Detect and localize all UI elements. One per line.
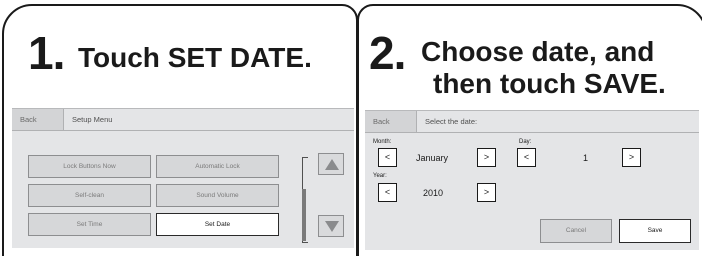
step-2-number: 2. xyxy=(369,27,406,79)
lock-buttons-now-button[interactable]: Lock Buttons Now xyxy=(28,155,151,178)
automatic-lock-button[interactable]: Automatic Lock xyxy=(156,155,279,178)
step-2-panel: 2. Choose date, and then touch SAVE. Bac… xyxy=(357,4,702,256)
set-time-button[interactable]: Set Time xyxy=(28,213,151,236)
step-1-number: 1. xyxy=(28,27,65,79)
save-button[interactable]: Save xyxy=(619,219,691,243)
set-date-button[interactable]: Set Date xyxy=(156,213,279,236)
screen-title: Select the date: xyxy=(425,117,478,126)
setup-menu-topbar: Back Setup Menu xyxy=(12,109,354,131)
setup-menu-screen: Back Setup Menu Lock Buttons Now Automat… xyxy=(12,108,354,248)
back-button[interactable]: Back xyxy=(12,109,64,130)
year-increment-button[interactable]: > xyxy=(477,183,496,202)
month-increment-button[interactable]: > xyxy=(477,148,496,167)
day-increment-button[interactable]: > xyxy=(622,148,641,167)
scroll-up-button[interactable] xyxy=(318,153,344,175)
sound-volume-button[interactable]: Sound Volume xyxy=(156,184,279,207)
year-decrement-button[interactable]: < xyxy=(378,183,397,202)
select-date-screen: Back Select the date: Month: < January >… xyxy=(365,110,699,250)
day-value: 1 xyxy=(583,153,589,163)
screen-title: Setup Menu xyxy=(72,115,113,124)
step-2-instruction-line-1: Choose date, and xyxy=(421,36,655,67)
step-1-panel: 1. Touch SET DATE. Back Setup Menu Lock … xyxy=(2,4,358,256)
scrollbar-thumb[interactable] xyxy=(302,189,306,241)
cancel-button[interactable]: Cancel xyxy=(540,219,612,243)
year-label: Year: xyxy=(373,173,387,179)
scroll-down-button[interactable] xyxy=(318,215,344,237)
select-date-topbar: Back Select the date: xyxy=(365,111,699,133)
triangle-down-icon xyxy=(325,221,339,232)
back-button[interactable]: Back xyxy=(365,111,417,132)
day-decrement-button[interactable]: < xyxy=(517,148,536,167)
year-value: 2010 xyxy=(423,188,444,198)
day-label: Day: xyxy=(519,139,532,145)
month-value: January xyxy=(416,153,449,163)
triangle-up-icon xyxy=(325,159,339,170)
month-decrement-button[interactable]: < xyxy=(378,148,397,167)
self-clean-button[interactable]: Self-clean xyxy=(28,184,151,207)
step-2-instruction-line-2: then touch SAVE. xyxy=(433,68,666,99)
step-1-instruction: Touch SET DATE. xyxy=(78,42,312,73)
month-label: Month: xyxy=(373,139,392,145)
step-2-instruction: Choose date, and then touch SAVE. xyxy=(421,36,666,100)
